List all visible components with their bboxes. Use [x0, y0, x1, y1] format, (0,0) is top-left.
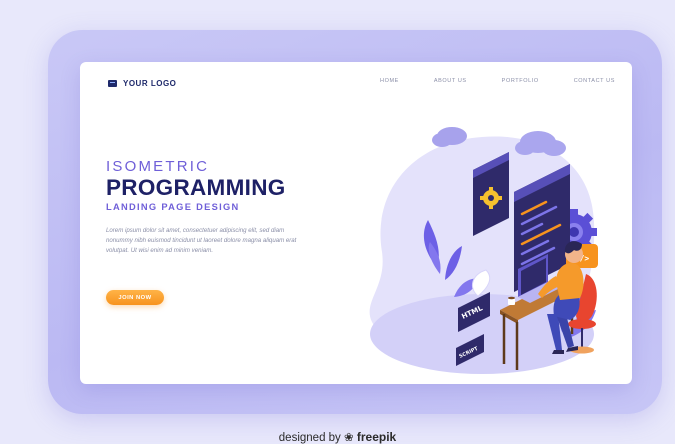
- cloud-icon: [515, 131, 566, 156]
- logo-icon: [108, 80, 117, 87]
- hero-title: PROGRAMMING: [106, 175, 286, 200]
- credit-prefix: designed by: [278, 432, 341, 444]
- nav-portfolio[interactable]: PORTFOLIO: [502, 78, 539, 84]
- top-nav: HOME ABOUT US PORTFOLIO CONTACT US: [380, 78, 615, 84]
- logo-text: YOUR LOGO: [123, 79, 177, 88]
- join-now-button[interactable]: JOIN NOW: [106, 290, 164, 305]
- hero-body-text: Lorem ipsum dolor sit amet, consectetuer…: [106, 227, 297, 254]
- hero-kicker: ISOMETRIC: [106, 158, 210, 175]
- isometric-illustration: </> HTML SCRIPT: [369, 127, 598, 374]
- hero-subtitle: LANDING PAGE DESIGN: [106, 202, 240, 212]
- landing-page-mockup: YOUR LOGO HOME ABOUT US PORTFOLIO CONTAC…: [80, 62, 632, 384]
- coffee-cup-icon: [508, 296, 515, 305]
- credit-line: designed by ❀ freepik: [0, 430, 675, 444]
- freepik-logo-icon: ❀: [344, 432, 354, 444]
- nav-home[interactable]: HOME: [380, 78, 399, 84]
- nav-about-us[interactable]: ABOUT US: [434, 78, 467, 84]
- credit-brand[interactable]: freepik: [357, 430, 396, 444]
- logo[interactable]: YOUR LOGO: [108, 79, 176, 88]
- nav-contact-us[interactable]: CONTACT US: [574, 78, 615, 84]
